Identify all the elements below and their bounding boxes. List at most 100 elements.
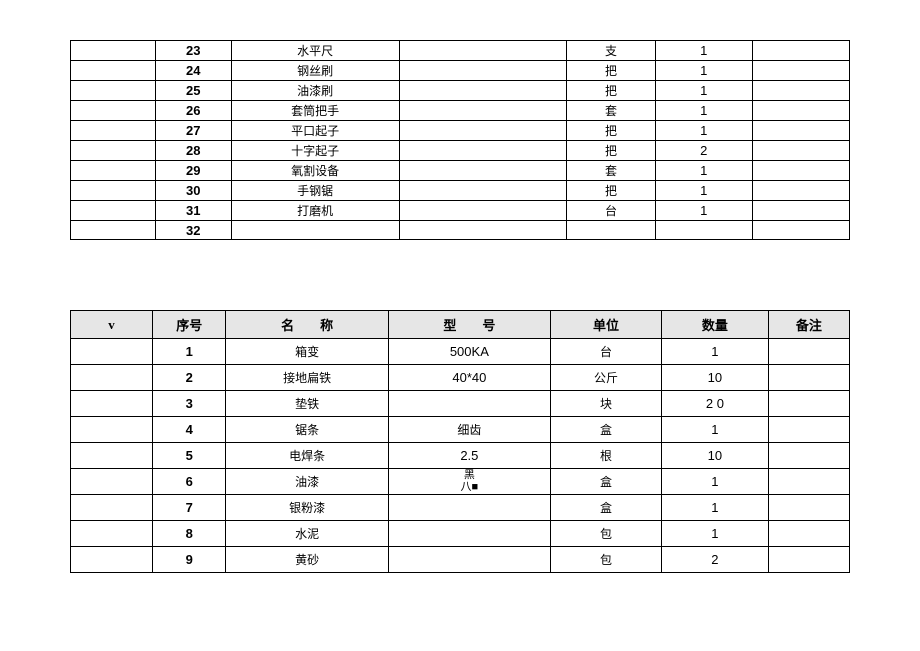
cell-name: 锯条 — [226, 417, 388, 443]
hdr-unit: 单位 — [551, 311, 662, 339]
cell-qty: 1 — [662, 417, 769, 443]
cell-name: 水泥 — [226, 521, 388, 547]
cell-seq: 32 — [155, 221, 231, 240]
cell-name: 垫铁 — [226, 391, 388, 417]
cell-remark — [752, 161, 849, 181]
table-row: 30手钢锯把1 — [71, 181, 850, 201]
cell-blank — [71, 121, 156, 141]
cell-remark — [768, 547, 849, 573]
cell-name: 油漆 — [226, 469, 388, 495]
cell-remark — [752, 101, 849, 121]
cell-remark — [768, 417, 849, 443]
cell-blank — [71, 101, 156, 121]
cell-remark — [752, 121, 849, 141]
cell-unit: 把 — [567, 121, 655, 141]
cell-unit: 块 — [551, 391, 662, 417]
cell-model — [388, 391, 550, 417]
cell-unit: 包 — [551, 547, 662, 573]
cell-name: 电焊条 — [226, 443, 388, 469]
cell-unit: 把 — [567, 81, 655, 101]
cell-name: 黄砂 — [226, 547, 388, 573]
cell-unit: 把 — [567, 141, 655, 161]
cell-unit: 盒 — [551, 495, 662, 521]
cell-remark — [752, 221, 849, 240]
table-row: 8水泥包1 — [71, 521, 850, 547]
cell-unit: 台 — [551, 339, 662, 365]
cell-unit: 套 — [567, 161, 655, 181]
cell-seq: 8 — [153, 521, 226, 547]
cell-qty — [655, 221, 752, 240]
cell-model — [399, 61, 567, 81]
cell-model — [399, 201, 567, 221]
table-row: 25油漆刷 把1 — [71, 81, 850, 101]
cell-seq: 27 — [155, 121, 231, 141]
cell-name: 手钢锯 — [231, 181, 399, 201]
cell-unit — [567, 221, 655, 240]
cell-seq: 29 — [155, 161, 231, 181]
hdr-qty: 数量 — [662, 311, 769, 339]
cell-model: 40*40 — [388, 365, 550, 391]
cell-blank — [71, 469, 153, 495]
table-row: 7银粉漆盒1 — [71, 495, 850, 521]
table-row: 23水平尺支1 — [71, 41, 850, 61]
tools-table-body: 23水平尺支124钢丝刷把125油漆刷把126套筒把手套127平口起子把128十… — [71, 41, 850, 240]
cell-unit: 把 — [567, 181, 655, 201]
cell-blank — [71, 221, 156, 240]
cell-blank — [71, 161, 156, 181]
table-row: 29氧割设备 套1 — [71, 161, 850, 181]
table-row: 9黄砂包2 — [71, 547, 850, 573]
table-row: 27平口起子 把1 — [71, 121, 850, 141]
cell-remark — [768, 443, 849, 469]
cell-remark — [752, 81, 849, 101]
cell-qty: 2 — [662, 547, 769, 573]
cell-seq: 7 — [153, 495, 226, 521]
cell-model — [399, 161, 567, 181]
cell-blank — [71, 181, 156, 201]
cell-name: 平口起子 — [231, 121, 399, 141]
cell-qty: 2 0 — [662, 391, 769, 417]
cell-remark — [768, 469, 849, 495]
cell-blank — [71, 365, 153, 391]
cell-qty: 1 — [662, 339, 769, 365]
table-row: 28十字起子把2 — [71, 141, 850, 161]
cell-blank — [71, 61, 156, 81]
hdr-seq: 序号 — [153, 311, 226, 339]
cell-remark — [768, 495, 849, 521]
cell-name: 接地扁铁 — [226, 365, 388, 391]
table-row: 5电焊条2.5根10 — [71, 443, 850, 469]
table-row: 32 — [71, 221, 850, 240]
cell-remark — [768, 521, 849, 547]
cell-name: 氧割设备 — [231, 161, 399, 181]
cell-seq: 25 — [155, 81, 231, 101]
cell-name: 油漆刷 — [231, 81, 399, 101]
cell-name: 水平尺 — [231, 41, 399, 61]
cell-blank — [71, 521, 153, 547]
cell-qty: 1 — [655, 121, 752, 141]
spacer — [70, 240, 850, 310]
tools-table: 23水平尺支124钢丝刷把125油漆刷把126套筒把手套127平口起子把128十… — [70, 40, 850, 240]
cell-unit: 根 — [551, 443, 662, 469]
cell-seq: 24 — [155, 61, 231, 81]
cell-unit: 盒 — [551, 469, 662, 495]
hdr-name: 名 称 — [226, 311, 388, 339]
cell-blank — [71, 417, 153, 443]
cell-qty: 1 — [655, 201, 752, 221]
cell-remark — [752, 181, 849, 201]
cell-model — [388, 495, 550, 521]
cell-model — [399, 41, 567, 61]
cell-seq: 2 — [153, 365, 226, 391]
cell-unit: 台 — [567, 201, 655, 221]
cell-qty: 1 — [655, 161, 752, 181]
cell-qty: 1 — [655, 81, 752, 101]
cell-qty: 2 — [655, 141, 752, 161]
table-row: 6油漆黑八■盒1 — [71, 469, 850, 495]
table-row: 2接地扁铁40*40公斤10 — [71, 365, 850, 391]
cell-model: 黑八■ — [388, 469, 550, 495]
cell-model — [388, 521, 550, 547]
cell-unit: 公斤 — [551, 365, 662, 391]
hdr-remark: 备注 — [768, 311, 849, 339]
hdr-mark: v — [71, 311, 153, 339]
cell-qty: 10 — [662, 443, 769, 469]
cell-seq: 26 — [155, 101, 231, 121]
cell-remark — [752, 201, 849, 221]
